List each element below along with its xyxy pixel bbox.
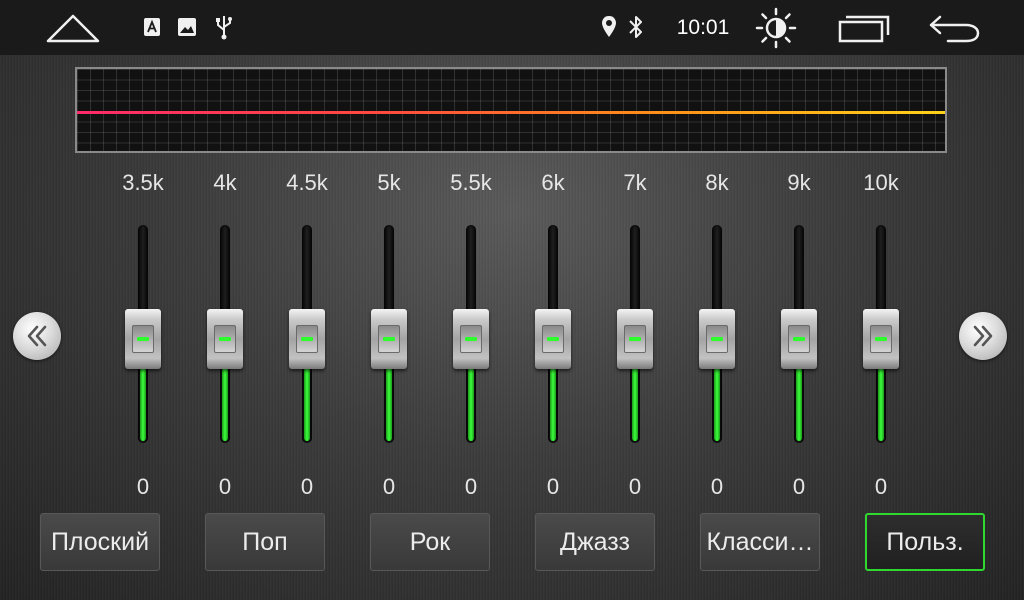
clock-time: 10:01 [676,16,730,39]
band-gain-value: 0 [464,474,478,499]
eq-band: 8k 0 [677,170,757,515]
text-icon [143,17,161,37]
thumb-grip [132,325,154,353]
chevron-double-left-icon [27,325,47,347]
thumb-indicator [219,337,231,341]
usb-icon [213,14,235,40]
band-slider-thumb[interactable] [289,309,325,369]
preset-button[interactable]: Рок [370,513,490,571]
band-slider-thumb[interactable] [371,309,407,369]
eq-band: 10k 0 [841,170,921,515]
bluetooth-icon [626,14,646,40]
band-slider-thumb[interactable] [535,309,571,369]
thumb-indicator [465,337,477,341]
eq-curve-graph [75,67,947,153]
band-gain-value: 0 [628,474,642,499]
thumb-grip [214,325,236,353]
thumb-indicator [547,337,559,341]
band-gain-value: 0 [546,474,560,499]
band-gain-value: 0 [382,474,396,499]
location-icon [600,14,618,40]
thumb-grip [788,325,810,353]
band-slider-thumb[interactable] [453,309,489,369]
band-slider-thumb[interactable] [863,309,899,369]
band-gain-value: 0 [300,474,314,499]
band-frequency-label: 3.5k [122,170,164,195]
band-frequency-label: 5k [377,170,401,195]
chevron-double-right-icon [973,325,993,347]
eq-band: 7k 0 [595,170,675,515]
band-slider-thumb[interactable] [125,309,161,369]
preset-button[interactable]: Плоский [40,513,160,571]
eq-band: 9k 0 [759,170,839,515]
eq-band: 6k 0 [513,170,593,515]
preset-button[interactable]: Джазз [535,513,655,571]
eq-band: 4k 0 [185,170,265,515]
next-bands-button[interactable] [959,312,1007,360]
thumb-indicator [137,337,149,341]
thumb-grip [378,325,400,353]
band-gain-value: 0 [710,474,724,499]
thumb-grip [706,325,728,353]
band-slider-thumb[interactable] [207,309,243,369]
eq-band: 4.5k 0 [267,170,347,515]
thumb-grip [460,325,482,353]
band-frequency-label: 6k [541,170,565,195]
band-frequency-label: 10k [863,170,899,195]
band-frequency-label: 4k [213,170,237,195]
thumb-indicator [629,337,641,341]
band-frequency-label: 4.5k [286,170,328,195]
band-gain-value: 0 [218,474,232,499]
thumb-grip [870,325,892,353]
prev-bands-button[interactable] [13,312,61,360]
preset-button[interactable]: Польз. [865,513,985,571]
thumb-grip [296,325,318,353]
thumb-indicator [383,337,395,341]
home-icon[interactable] [44,12,102,44]
thumb-indicator [875,337,887,341]
band-gain-value: 0 [136,474,150,499]
eq-band: 3.5k 0 [103,170,183,515]
eq-band: 5.5k 0 [431,170,511,515]
thumb-grip [624,325,646,353]
recent-apps-icon[interactable] [836,12,894,44]
brightness-icon[interactable] [754,6,798,50]
band-slider-thumb[interactable] [781,309,817,369]
thumb-grip [542,325,564,353]
eq-curve-line [77,111,945,114]
band-frequency-label: 9k [787,170,811,195]
eq-band: 5k 0 [349,170,429,515]
thumb-indicator [793,337,805,341]
preset-button[interactable]: Поп [205,513,325,571]
band-frequency-label: 7k [623,170,647,195]
band-slider-thumb[interactable] [699,309,735,369]
status-bar: 10:01 [0,0,1024,55]
image-icon [177,17,197,37]
preset-button[interactable]: Класси… [700,513,820,571]
thumb-indicator [301,337,313,341]
back-icon[interactable] [926,12,984,44]
band-gain-value: 0 [874,474,888,499]
band-gain-value: 0 [792,474,806,499]
thumb-indicator [711,337,723,341]
band-slider-thumb[interactable] [617,309,653,369]
band-frequency-label: 5.5k [450,170,492,195]
band-frequency-label: 8k [705,170,729,195]
